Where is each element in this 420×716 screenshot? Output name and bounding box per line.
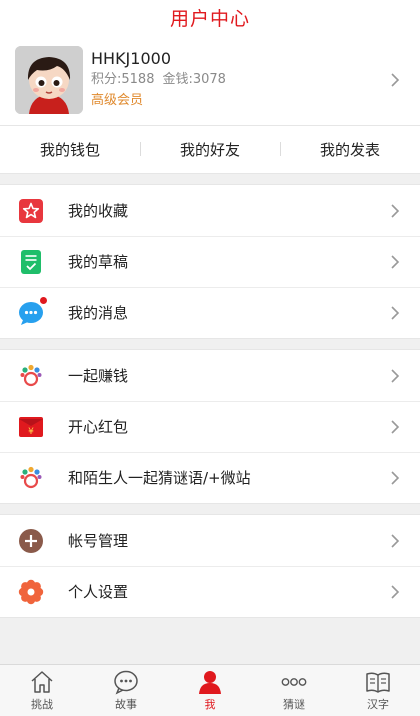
- dots-icon: [281, 678, 307, 686]
- tab-riddles[interactable]: 猜谜: [252, 665, 336, 716]
- chat-icon: [114, 670, 138, 695]
- posts-link[interactable]: 我的发表: [280, 139, 420, 160]
- member-level: 高级会员: [91, 93, 144, 108]
- menu-item-label: 一起赚钱: [68, 367, 129, 385]
- menu-item-messages[interactable]: 我的消息: [0, 287, 420, 338]
- menu-item-riddles-with-strangers[interactable]: 和陌生人一起猜谜语/+微站: [0, 452, 420, 503]
- tab-me[interactable]: 我: [168, 665, 252, 716]
- book-icon: [366, 672, 390, 693]
- menu-item-label: 个人设置: [68, 583, 129, 601]
- page-title: 用户中心: [169, 7, 250, 30]
- message-icon: [18, 295, 48, 326]
- menu-item-label: 帐号管理: [68, 532, 129, 550]
- menu-item-favorites[interactable]: 我的收藏: [0, 185, 420, 236]
- coins-icon: [18, 363, 44, 389]
- draft-icon: [18, 249, 44, 275]
- red-envelope-icon: ¥: [18, 414, 44, 440]
- chevron-right-icon: [391, 419, 400, 434]
- chevron-right-icon: [391, 533, 400, 548]
- tab-story[interactable]: 故事: [84, 665, 168, 716]
- avatar[interactable]: [15, 45, 83, 114]
- menu-item-label: 开心红包: [68, 418, 129, 436]
- menu-item-label: 和陌生人一起猜谜语/+微站: [68, 469, 251, 487]
- tab-chinese-characters[interactable]: 汉字: [336, 665, 420, 716]
- puzzle-icon: [18, 465, 44, 491]
- menu-item-label: 我的消息: [68, 304, 129, 322]
- chevron-right-icon: [391, 470, 400, 485]
- wallet-link[interactable]: 我的钱包: [0, 139, 140, 160]
- menu-group-activities: 一起赚钱 ¥ 开心红包 和陌生人一起猜谜语/+微站: [0, 349, 420, 504]
- tab-label: 汉字: [367, 698, 389, 711]
- tab-label: 故事: [115, 698, 137, 711]
- points-value: 积分:5188: [91, 72, 155, 87]
- friends-link[interactable]: 我的好友: [140, 139, 280, 160]
- tab-label: 我: [204, 698, 216, 711]
- menu-item-personal-settings[interactable]: 个人设置: [0, 566, 420, 617]
- svg-text:¥: ¥: [28, 427, 34, 437]
- chevron-right-icon: [391, 203, 400, 218]
- quick-links: 我的钱包 我的好友 我的发表: [0, 126, 420, 174]
- unread-badge: [39, 295, 48, 305]
- top-bar: 用户中心: [0, 0, 420, 34]
- menu-group-account: 帐号管理 个人设置: [0, 514, 420, 618]
- chevron-right-icon: [391, 368, 400, 383]
- home-icon: [31, 671, 53, 693]
- username: HHKJ1000: [91, 49, 171, 68]
- profile-card[interactable]: HHKJ1000 积分:5188 金钱:3078 高级会员: [0, 34, 420, 126]
- star-icon: [18, 198, 44, 224]
- settings-icon: [18, 579, 44, 605]
- user-icon: [199, 671, 221, 694]
- user-stats: 积分:5188 金钱:3078: [91, 70, 384, 90]
- account-icon: [18, 528, 44, 554]
- menu-item-account-management[interactable]: 帐号管理: [0, 515, 420, 566]
- menu-item-earn-money[interactable]: 一起赚钱: [0, 350, 420, 401]
- menu-item-red-envelope[interactable]: ¥ 开心红包: [0, 401, 420, 452]
- tab-label: 挑战: [31, 698, 53, 711]
- menu-item-drafts[interactable]: 我的草稿: [0, 236, 420, 287]
- menu-item-label: 我的草稿: [68, 253, 129, 271]
- tab-label: 猜谜: [283, 698, 305, 711]
- tab-challenge[interactable]: 挑战: [0, 665, 84, 716]
- chevron-right-icon: [391, 72, 400, 87]
- bottom-tab-bar: 挑战 故事 我 猜谜 汉字: [0, 664, 420, 716]
- chevron-right-icon: [391, 305, 400, 320]
- menu-group-personal: 我的收藏 我的草稿 我的消息: [0, 184, 420, 339]
- menu-item-label: 我的收藏: [68, 202, 129, 220]
- chevron-right-icon: [391, 584, 400, 599]
- chevron-right-icon: [391, 254, 400, 269]
- money-value: 金钱:3078: [162, 72, 226, 87]
